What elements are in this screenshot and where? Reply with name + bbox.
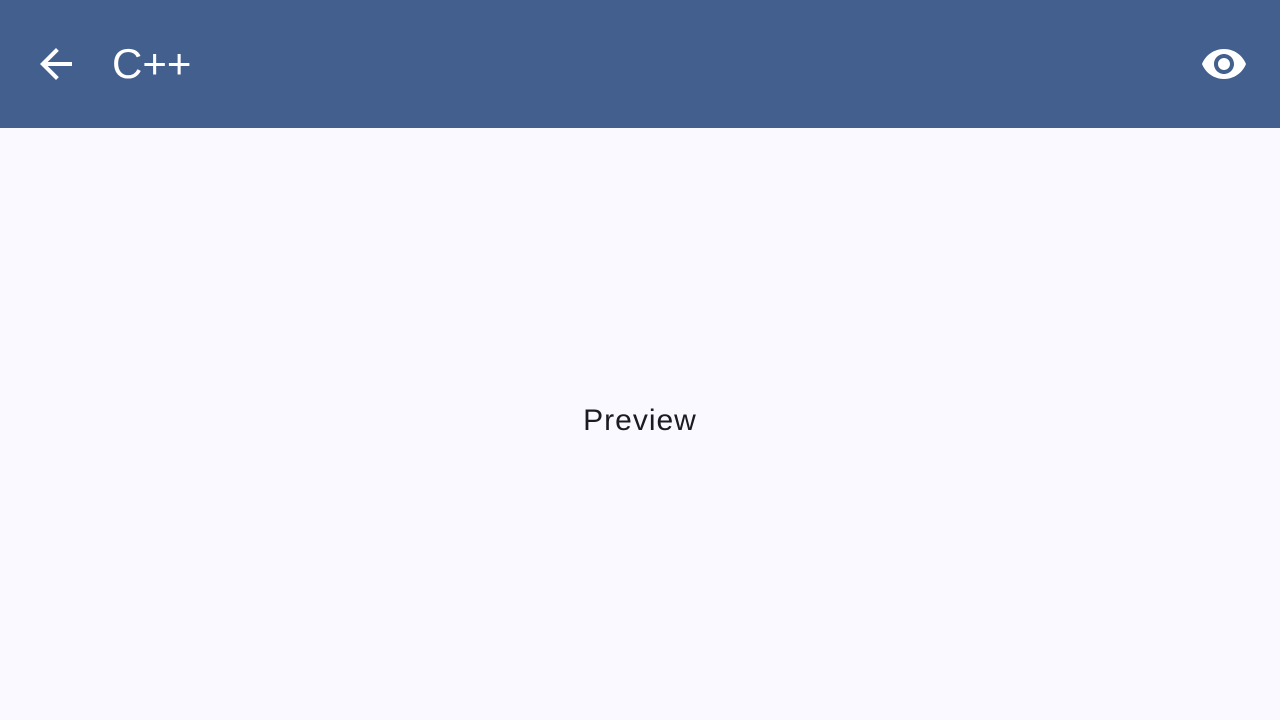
arrow-back-icon xyxy=(40,48,72,80)
preview-text: Preview xyxy=(583,404,697,437)
preview-toggle-button[interactable] xyxy=(1200,40,1248,88)
top-app-bar: C++ xyxy=(0,0,1280,128)
eye-icon xyxy=(1202,49,1246,79)
back-button[interactable] xyxy=(32,40,80,88)
page-title: C++ xyxy=(112,40,192,87)
